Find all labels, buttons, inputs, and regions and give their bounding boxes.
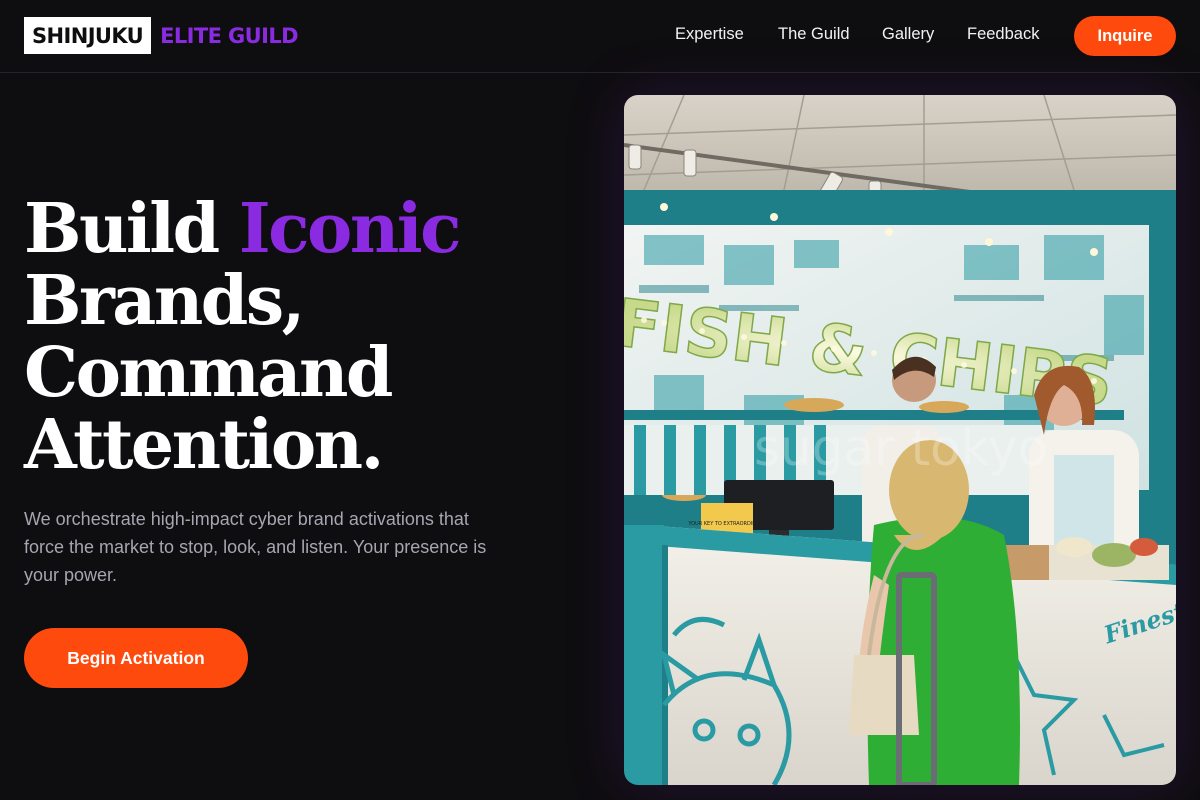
hero-headline: Build Iconic Brands, Command Attention.: [24, 193, 584, 481]
nav-link-the-guild[interactable]: The Guild: [778, 25, 850, 44]
logo[interactable]: SHINJUKU ELITE GUILD: [24, 17, 299, 54]
watermark: sugar tokyo: [754, 419, 1048, 477]
hero-subtext: We orchestrate high-impact cyber brand a…: [24, 509, 487, 585]
begin-activation-button[interactable]: Begin Activation: [24, 628, 248, 688]
logo-primary: SHINJUKU: [24, 17, 152, 54]
nav-link-feedback[interactable]: Feedback: [967, 25, 1039, 44]
logo-accent: ELITE GUILD: [160, 23, 298, 48]
headline-line-attention: Attention.: [24, 405, 384, 485]
site-header: SHINJUKU ELITE GUILD Expertise The Guild…: [0, 0, 1200, 73]
headline-word-iconic: Iconic: [238, 189, 462, 269]
nav-link-expertise[interactable]: Expertise: [675, 25, 744, 44]
headline-word-build: Build: [24, 189, 220, 269]
headline-line-brands: Brands,: [24, 261, 305, 341]
headline-line-command: Command: [24, 333, 393, 413]
hero-photo: FISH & CHIPS YOUR KEY TO EXTRAORDINARY F…: [624, 95, 1176, 785]
nav-link-gallery[interactable]: Gallery: [882, 25, 934, 44]
tent-card-text: YOUR KEY TO EXTRAORDINARY: [687, 521, 766, 527]
inquire-button[interactable]: Inquire: [1074, 16, 1176, 56]
